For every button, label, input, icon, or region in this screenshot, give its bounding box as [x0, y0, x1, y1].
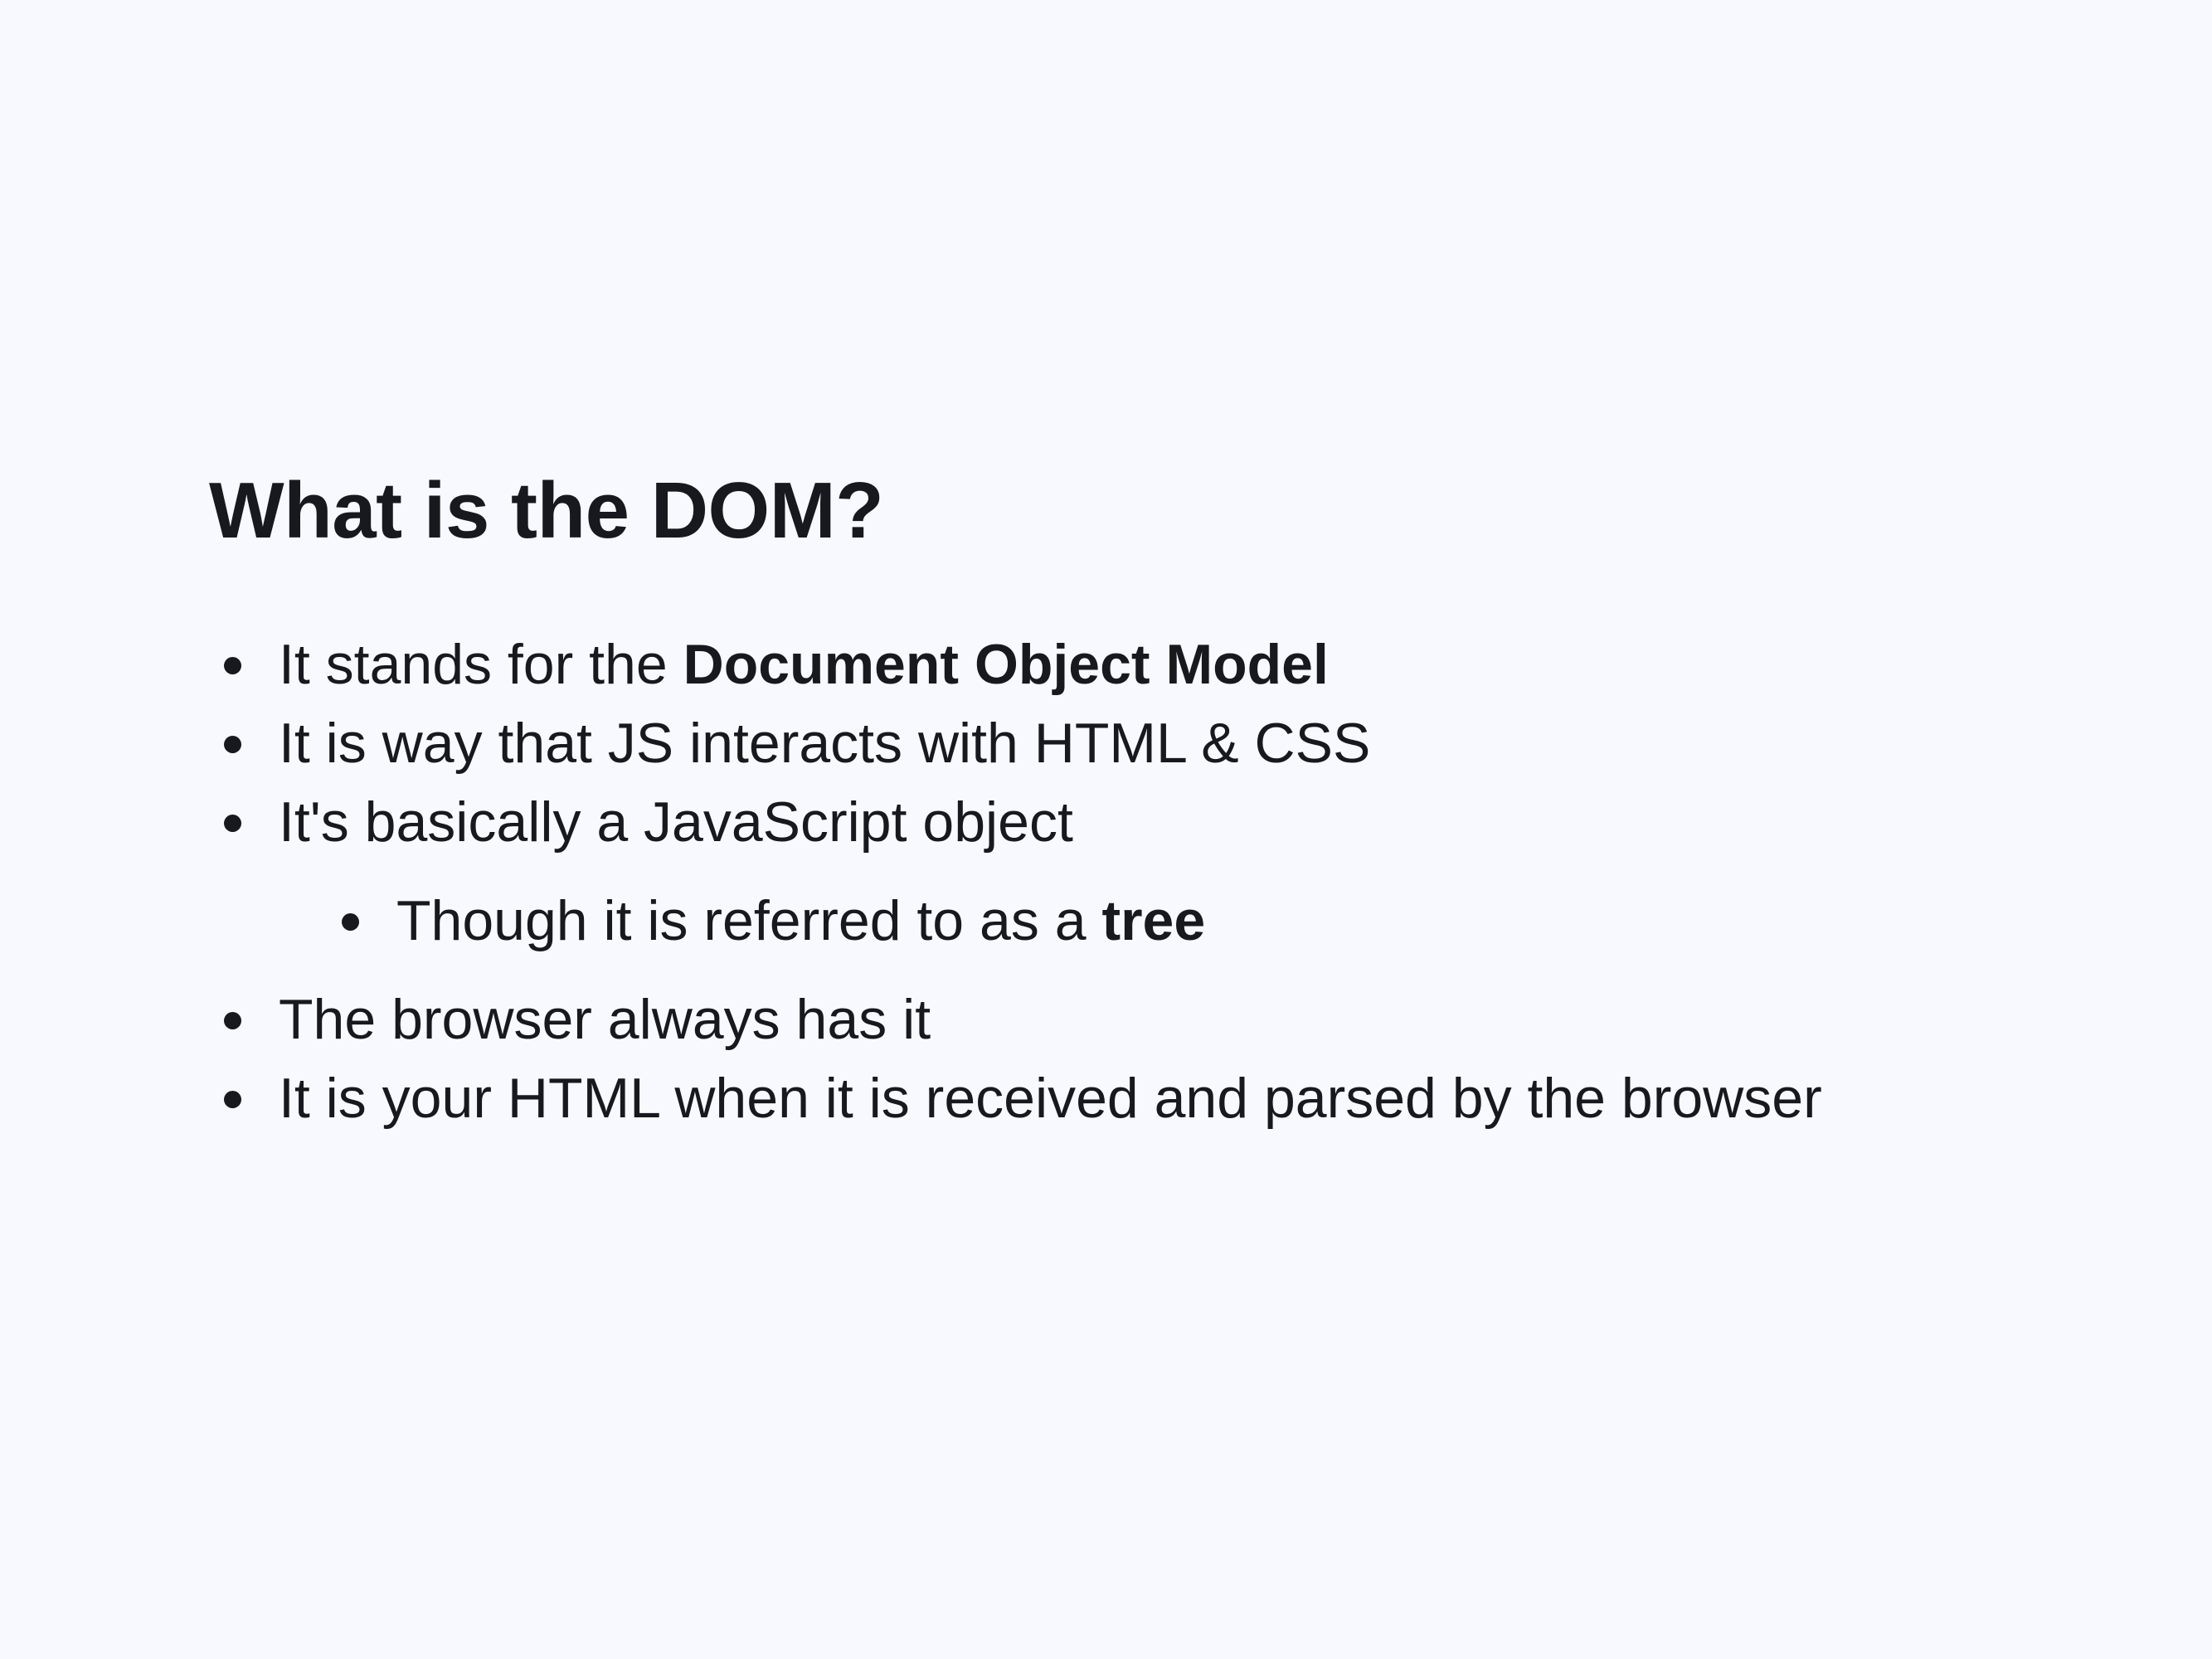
bullet-text: The browser always has it [279, 988, 931, 1051]
bullet-text-normal: Though it is referred to as a [396, 889, 1102, 952]
slide-title: What is the DOM? [209, 466, 884, 555]
slide: What is the DOM? It stands for the Docum… [0, 0, 2212, 1659]
bullet-text-bold: tree [1101, 889, 1206, 952]
bullet-text: It is way that JS interacts with HTML & … [279, 712, 1371, 775]
bullet-dot-icon [224, 657, 241, 674]
bullet-dot-icon [224, 1091, 241, 1108]
bullet-text: Though it is referred to as a tree [396, 883, 1205, 958]
bullet-dot-icon [224, 1012, 241, 1029]
bullet-dot-icon [342, 913, 359, 931]
bullet-dot-icon [224, 736, 241, 753]
bullet-text: It stands for the Document Object Model [279, 627, 1329, 702]
bullet-text-bold: Document Object Model [683, 633, 1329, 696]
bullet-dot-icon [224, 815, 241, 832]
bullet-text: It's basically a JavaScript object [279, 791, 1073, 854]
bullet-text-normal: It stands for the [279, 633, 683, 696]
bullet-text: It is your HTML when it is received and … [279, 1067, 1822, 1130]
